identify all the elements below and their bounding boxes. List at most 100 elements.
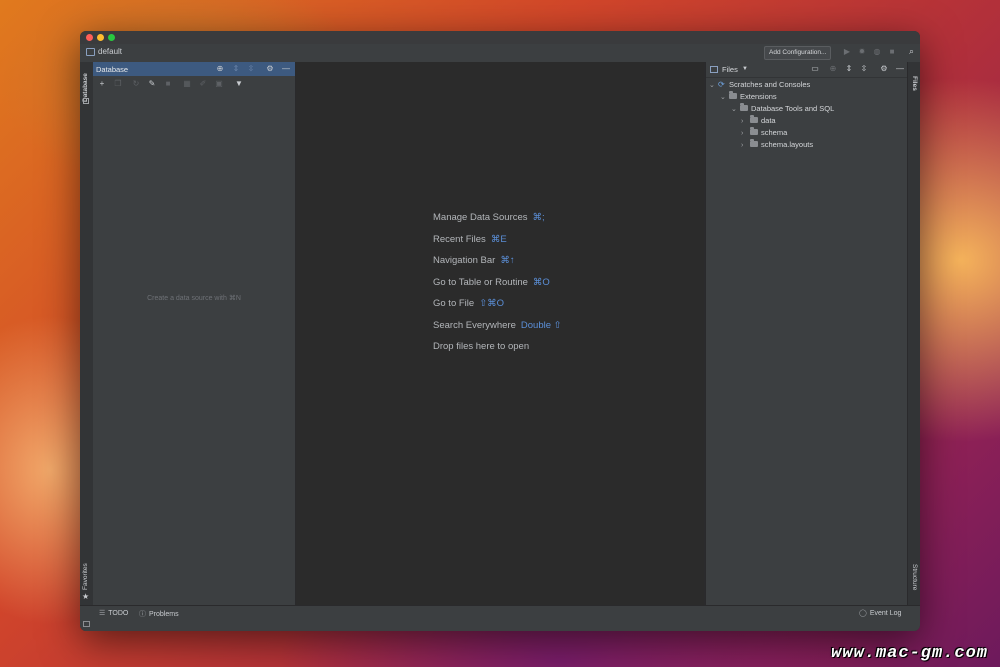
table-icon[interactable]: ▦ bbox=[182, 79, 192, 89]
watermark-text: www.mac-gm.com bbox=[831, 644, 988, 663]
folder-icon bbox=[750, 127, 758, 135]
database-toolbar: + ❐ ↻ ✎ ■ ▦ ✐ ▣ ▼ bbox=[93, 76, 295, 92]
hide-panel-icon[interactable]: — bbox=[895, 64, 905, 74]
chevron-right-icon[interactable]: › bbox=[741, 130, 749, 137]
chevron-down-icon[interactable]: ⌄ bbox=[709, 81, 717, 89]
status-bar: ☰ TODO ⓘ Problems ◯ Event Log bbox=[80, 605, 920, 631]
hint-label: Search Everywhere bbox=[433, 320, 516, 331]
title-bar bbox=[80, 31, 920, 44]
debug-icon[interactable]: ✹ bbox=[857, 47, 867, 57]
hint-label: Recent Files bbox=[433, 234, 486, 245]
folder-icon bbox=[750, 139, 758, 147]
tree-item-schema-layouts[interactable]: › schema.layouts bbox=[741, 139, 814, 152]
copy-icon[interactable]: ❐ bbox=[113, 79, 123, 89]
tree-item-scratches[interactable]: ⌄ ⟳ Scratches and Consoles bbox=[709, 80, 810, 92]
hint-go-to-table: Go to Table or Routine ⌘O bbox=[433, 277, 550, 288]
folder-icon bbox=[729, 91, 737, 99]
folder-icon[interactable]: ▭ bbox=[810, 64, 820, 74]
stop-icon[interactable]: ■ bbox=[163, 79, 173, 89]
minimize-window-button[interactable] bbox=[97, 34, 104, 41]
project-name[interactable]: default bbox=[98, 47, 122, 56]
expand-all-icon[interactable]: ⇕ bbox=[844, 64, 854, 74]
tree-item-label: Database Tools and SQL bbox=[751, 104, 835, 113]
files-tool-tab[interactable]: Files bbox=[911, 76, 918, 91]
files-panel-header: Files ▼ ▭ ⊕ ⇕ ⇳ ⚙ — bbox=[706, 62, 908, 78]
stop-icon[interactable]: ■ bbox=[887, 47, 897, 57]
tree-item-extensions[interactable]: ⌄ Extensions bbox=[720, 91, 777, 104]
left-tool-strip: Database Favorites ★ bbox=[80, 62, 94, 605]
filter-icon[interactable]: ▼ bbox=[234, 79, 244, 89]
refresh-icon[interactable]: ↻ bbox=[131, 79, 141, 89]
star-icon: ★ bbox=[82, 592, 90, 601]
files-panel-title[interactable]: Files bbox=[722, 65, 738, 74]
collapse-all-icon[interactable]: ⇳ bbox=[246, 64, 256, 74]
crosshair-icon[interactable]: ⊕ bbox=[215, 64, 225, 74]
properties-icon[interactable]: ✎ bbox=[147, 79, 157, 89]
structure-tool-tab[interactable]: Structure bbox=[911, 564, 918, 590]
chevron-down-icon[interactable]: ⌄ bbox=[720, 93, 728, 101]
folder-icon bbox=[740, 103, 748, 111]
hint-label: Drop files here to open bbox=[433, 341, 530, 352]
edit-icon[interactable]: ✐ bbox=[198, 79, 208, 89]
hint-manage-data-sources: Manage Data Sources ⌘; bbox=[433, 212, 545, 223]
hint-recent-files: Recent Files ⌘E bbox=[433, 234, 507, 245]
hint-shortcut: ⌘O bbox=[532, 277, 550, 288]
expand-all-icon[interactable]: ⇕ bbox=[231, 64, 241, 74]
hint-label: Manage Data Sources bbox=[433, 212, 528, 223]
files-panel: Files ▼ ▭ ⊕ ⇕ ⇳ ⚙ — ⌄ ⟳ Scratches and Cons… bbox=[705, 62, 908, 605]
close-window-button[interactable] bbox=[86, 34, 93, 41]
right-tool-strip: Files Structure bbox=[907, 62, 920, 605]
database-panel: Database ⊕ ⇕ ⇳ ⚙ — + ❐ ↻ ✎ ■ ▦ ✐ ▣ ▼ Cre… bbox=[93, 62, 296, 605]
hint-label: Go to File bbox=[433, 298, 475, 309]
search-icon[interactable]: ⌕ bbox=[906, 46, 917, 57]
collapse-all-icon[interactable]: ⇳ bbox=[859, 64, 869, 74]
tree-item-database-tools[interactable]: ⌄ Database Tools and SQL bbox=[731, 103, 835, 116]
hint-shortcut: ⌘↑ bbox=[500, 255, 515, 266]
hint-label: Navigation Bar bbox=[433, 255, 496, 266]
hint-drop-files: Drop files here to open bbox=[433, 341, 529, 352]
run-icon[interactable]: ▶ bbox=[842, 47, 852, 57]
crosshair-icon[interactable]: ⊕ bbox=[828, 64, 838, 74]
chevron-down-icon[interactable]: ⌄ bbox=[731, 105, 739, 113]
info-icon: ⓘ bbox=[139, 611, 146, 618]
tool-windows-icon[interactable] bbox=[83, 621, 90, 627]
tree-item-label: schema bbox=[761, 128, 788, 137]
add-configuration-button[interactable]: Add Configuration... bbox=[764, 46, 832, 60]
tree-item-data[interactable]: › data bbox=[741, 115, 776, 128]
favorites-tool-tab[interactable]: Favorites bbox=[82, 563, 89, 590]
hint-label: Go to Table or Routine bbox=[433, 277, 528, 288]
problems-tool-button[interactable]: ⓘ Problems bbox=[139, 609, 179, 619]
gear-icon[interactable]: ⚙ bbox=[879, 64, 889, 74]
folder-icon bbox=[750, 115, 758, 123]
database-panel-header: Database ⊕ ⇕ ⇳ ⚙ — bbox=[93, 62, 295, 76]
hint-go-to-file: Go to File ⇧⌘O bbox=[433, 298, 504, 309]
scratches-icon: ⟳ bbox=[718, 80, 725, 89]
hint-navigation-bar: Navigation Bar ⌘↑ bbox=[433, 255, 515, 266]
chevron-right-icon[interactable]: › bbox=[741, 118, 749, 125]
database-tab-icon bbox=[83, 98, 89, 104]
todo-label: TODO bbox=[108, 610, 129, 617]
zoom-window-button[interactable] bbox=[108, 34, 115, 41]
database-empty-text[interactable]: Create a data source with ⌘N bbox=[93, 294, 295, 302]
navigation-bar: default Add Configuration... ▶ ✹ ◍ ■ ⌕ bbox=[80, 44, 920, 63]
todo-tool-button[interactable]: ☰ TODO bbox=[99, 609, 128, 617]
database-panel-title: Database bbox=[96, 65, 129, 74]
ide-window: default Add Configuration... ▶ ✹ ◍ ■ ⌕ D… bbox=[80, 31, 920, 631]
event-log-icon: ◯ bbox=[859, 610, 867, 617]
add-icon[interactable]: + bbox=[97, 79, 107, 89]
list-icon: ☰ bbox=[99, 610, 106, 617]
console-icon[interactable]: ▣ bbox=[214, 79, 224, 89]
tree-item-schema[interactable]: › schema bbox=[741, 127, 788, 140]
hint-shortcut: ⌘; bbox=[532, 212, 545, 223]
coverage-icon[interactable]: ◍ bbox=[872, 47, 882, 57]
tree-item-label: schema.layouts bbox=[761, 140, 814, 149]
event-log-button[interactable]: ◯ Event Log bbox=[859, 609, 901, 617]
event-log-label: Event Log bbox=[869, 610, 902, 617]
gear-icon[interactable]: ⚙ bbox=[265, 64, 275, 74]
chevron-right-icon[interactable]: › bbox=[741, 142, 749, 149]
editor-area[interactable]: Manage Data Sources ⌘; Recent Files ⌘E Nav… bbox=[296, 62, 704, 605]
files-icon bbox=[710, 66, 718, 73]
hide-panel-icon[interactable]: — bbox=[281, 64, 291, 74]
chevron-down-icon[interactable]: ▼ bbox=[742, 66, 748, 72]
hint-shortcut: ⇧⌘O bbox=[479, 298, 505, 309]
